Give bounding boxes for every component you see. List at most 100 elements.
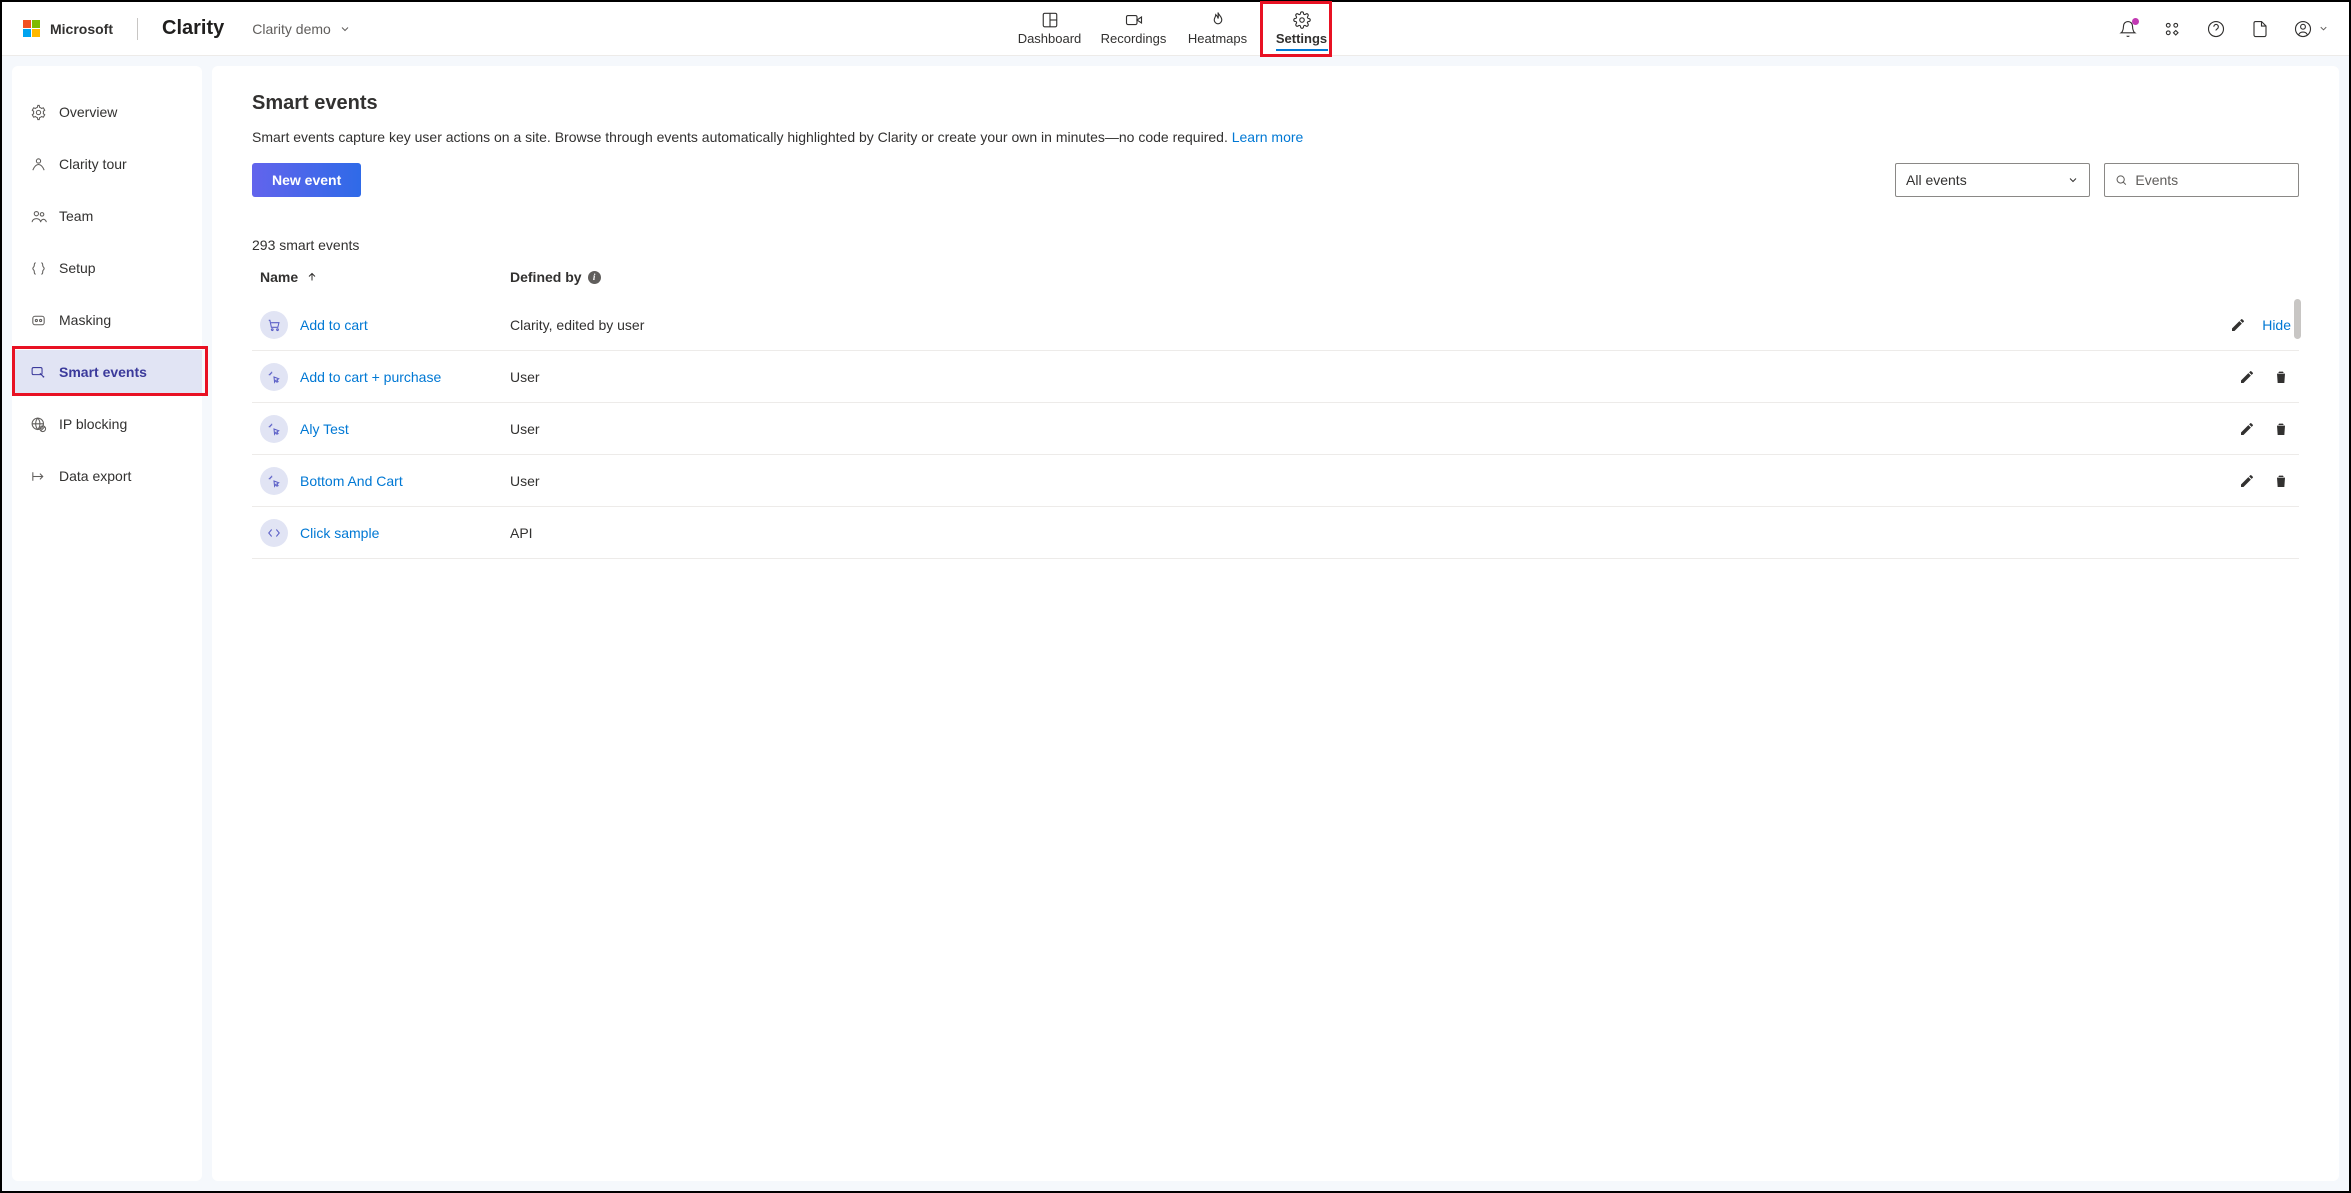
top-nav: Dashboard Recordings Heatmaps Settings xyxy=(1008,2,1344,55)
delete-button[interactable] xyxy=(2271,367,2291,387)
top-header: Microsoft Clarity Clarity demo Dashboard… xyxy=(2,2,2349,56)
chevron-down-icon xyxy=(2318,23,2329,34)
export-icon xyxy=(30,468,47,485)
filter-selected: All events xyxy=(1906,172,1967,188)
apps-icon xyxy=(2163,20,2181,38)
event-name-link[interactable]: Bottom And Cart xyxy=(300,473,510,489)
document-icon xyxy=(2251,20,2269,38)
microsoft-logo-icon xyxy=(22,20,40,38)
event-name-link[interactable]: Click sample xyxy=(300,525,510,541)
action-row: New event All events xyxy=(252,163,2299,197)
sidebar-item-masking[interactable]: Masking xyxy=(12,298,202,342)
filter-dropdown[interactable]: All events xyxy=(1895,163,2090,197)
table-row: Add to cartClarity, edited by user Hide xyxy=(252,299,2299,351)
col-label: Defined by xyxy=(510,269,582,285)
hide-button[interactable]: Hide xyxy=(2262,317,2291,333)
sidebar-item-overview[interactable]: Overview xyxy=(12,90,202,134)
profile-menu[interactable] xyxy=(2294,20,2329,38)
col-label: Name xyxy=(260,269,298,285)
search-box[interactable] xyxy=(2104,163,2299,197)
chevron-down-icon xyxy=(2067,174,2079,186)
sidebar-item-team[interactable]: Team xyxy=(12,194,202,238)
event-defined-by: API xyxy=(510,525,2291,541)
info-icon[interactable]: i xyxy=(588,271,601,284)
sidebar-label: Smart events xyxy=(59,364,147,380)
sidebar-item-setup[interactable]: Setup xyxy=(12,246,202,290)
sidebar-label: Setup xyxy=(59,260,96,276)
sidebar-label: Team xyxy=(59,208,93,224)
event-name-link[interactable]: Add to cart xyxy=(300,317,510,333)
edit-button[interactable] xyxy=(2237,471,2257,491)
sidebar-item-tour[interactable]: Clarity tour xyxy=(12,142,202,186)
dashboard-icon xyxy=(1041,11,1059,29)
tab-label: Recordings xyxy=(1101,31,1167,46)
edit-button[interactable] xyxy=(2237,367,2257,387)
sidebar-item-smart-events[interactable]: Smart events xyxy=(12,350,202,394)
row-actions xyxy=(2237,419,2291,439)
divider xyxy=(137,18,138,40)
events-icon xyxy=(30,364,47,381)
sidebar-label: Masking xyxy=(59,312,111,328)
new-event-button[interactable]: New event xyxy=(252,163,361,197)
sort-up-icon xyxy=(306,271,318,283)
project-selector[interactable]: Clarity demo xyxy=(252,21,351,37)
braces-icon xyxy=(30,260,47,277)
page-title: Smart events xyxy=(252,92,2299,115)
event-defined-by: Clarity, edited by user xyxy=(510,317,2228,333)
event-name-link[interactable]: Aly Test xyxy=(300,421,510,437)
event-type-icon xyxy=(260,311,288,339)
table-body: Add to cartClarity, edited by userHideAd… xyxy=(252,299,2299,559)
help-button[interactable] xyxy=(2206,19,2226,39)
page-description: Smart events capture key user actions on… xyxy=(252,129,2299,145)
user-circle-icon xyxy=(2294,20,2312,38)
learn-more-link[interactable]: Learn more xyxy=(1232,129,1304,145)
product-name: Clarity xyxy=(162,17,224,40)
column-header-defined-by: Defined by i xyxy=(510,269,2291,285)
project-name: Clarity demo xyxy=(252,21,331,37)
sidebar-item-data-export[interactable]: Data export xyxy=(12,454,202,498)
delete-button[interactable] xyxy=(2271,471,2291,491)
table-header: Name Defined by i xyxy=(252,269,2299,299)
search-input[interactable] xyxy=(2135,172,2288,188)
edit-button[interactable] xyxy=(2228,315,2248,335)
tab-dashboard[interactable]: Dashboard xyxy=(1008,2,1092,55)
page-layout: Overview Clarity tour Team Setup Masking… xyxy=(2,56,2349,1191)
event-name-link[interactable]: Add to cart + purchase xyxy=(300,369,510,385)
document-button[interactable] xyxy=(2250,19,2270,39)
gear-icon xyxy=(1293,11,1311,29)
event-defined-by: User xyxy=(510,473,2237,489)
tab-recordings[interactable]: Recordings xyxy=(1092,2,1176,55)
edit-button[interactable] xyxy=(2237,419,2257,439)
notifications-button[interactable] xyxy=(2118,19,2138,39)
gear-icon xyxy=(30,104,47,121)
tab-heatmaps[interactable]: Heatmaps xyxy=(1176,2,1260,55)
tab-label: Settings xyxy=(1276,31,1327,46)
tab-label: Heatmaps xyxy=(1188,31,1247,46)
event-type-icon xyxy=(260,519,288,547)
notification-dot-icon xyxy=(2132,18,2139,25)
event-type-icon xyxy=(260,415,288,443)
tab-settings[interactable]: Settings xyxy=(1260,2,1344,55)
sidebar-label: Data export xyxy=(59,468,131,484)
events-count: 293 smart events xyxy=(252,237,2299,253)
tour-icon xyxy=(30,156,47,173)
main-content: Smart events Smart events capture key us… xyxy=(212,66,2339,1181)
event-defined-by: User xyxy=(510,421,2237,437)
settings-sidebar: Overview Clarity tour Team Setup Masking… xyxy=(12,66,202,1181)
column-header-name[interactable]: Name xyxy=(260,269,510,285)
sidebar-label: IP blocking xyxy=(59,416,127,432)
company-name: Microsoft xyxy=(50,21,113,37)
tab-label: Dashboard xyxy=(1018,31,1082,46)
table-row: Click sampleAPI xyxy=(252,507,2299,559)
scrollbar-thumb[interactable] xyxy=(2294,299,2301,339)
row-actions: Hide xyxy=(2228,315,2291,335)
delete-button[interactable] xyxy=(2271,419,2291,439)
sidebar-label: Clarity tour xyxy=(59,156,127,172)
table-row: Add to cart + purchaseUser xyxy=(252,351,2299,403)
row-actions xyxy=(2237,471,2291,491)
apps-button[interactable] xyxy=(2162,19,2182,39)
chevron-down-icon xyxy=(339,23,351,35)
table-row: Bottom And CartUser xyxy=(252,455,2299,507)
sidebar-item-ip-blocking[interactable]: IP blocking xyxy=(12,402,202,446)
event-type-icon xyxy=(260,363,288,391)
